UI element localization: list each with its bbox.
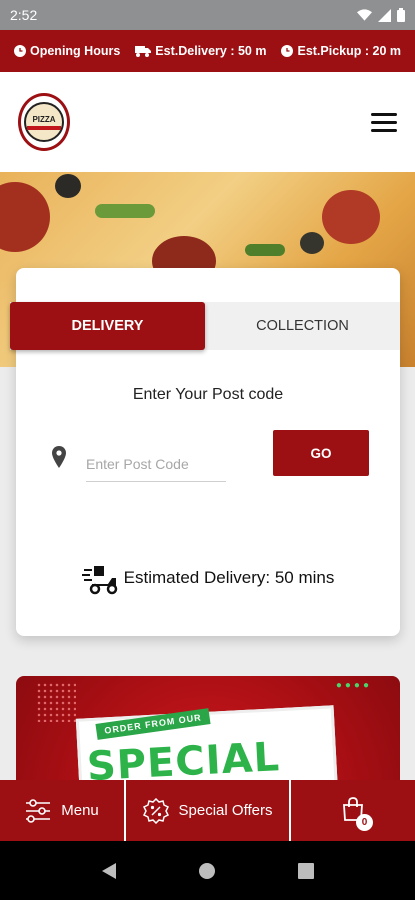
wifi-icon [357,8,372,21]
pepper-strip [245,244,285,256]
decor-green-dots: ●●●● [335,680,372,691]
tab-collection[interactable]: COLLECTION [205,302,400,350]
pepper-strip [95,204,155,218]
postcode-heading: Enter Your Post code [132,386,284,403]
menu-line [371,128,397,132]
nav-cart-button[interactable]: 0 [291,780,415,841]
clock-icon [281,45,294,57]
olive-slice [300,232,324,254]
special-offer-banner[interactable]: ●●●● ORDER FROM OUR SPECIAL OFFER [16,676,400,780]
menu-line [371,112,397,116]
estimated-delivery-label: Estimated Delivery: 50 mins [123,568,335,587]
signal-icon [378,8,391,22]
cart-count-badge: 0 [356,813,373,831]
status-bar: 2:52 [0,0,415,30]
est-delivery-label: Est.Delivery : 50 m [155,44,267,58]
system-nav-bar [0,841,415,900]
delivery-scooter-icon [81,566,117,595]
pizza-logo[interactable]: PIZZA [18,93,70,151]
opening-hours-link[interactable]: Opening Hours [14,44,120,58]
pepperoni-slice [0,182,50,252]
go-button[interactable]: GO [273,430,369,476]
nav-menu-button[interactable]: Menu [0,780,126,841]
clock-icon [14,45,26,57]
discount-badge-icon [142,797,169,824]
logo-text: PIZZA [32,114,56,124]
postcode-input[interactable] [86,446,226,482]
sliders-icon [26,798,51,823]
est-delivery: Est.Delivery : 50 m [135,44,266,58]
nav-special-offers-label: Special Offers [178,802,273,819]
back-icon[interactable] [101,862,117,880]
est-pickup-label: Est.Pickup : 20 m [297,44,401,58]
hamburger-menu-icon[interactable] [371,112,397,132]
recents-icon[interactable] [298,862,315,879]
bottom-nav: Menu Special Offers 0 [0,780,415,841]
est-pickup: Est.Pickup : 20 m [281,44,401,58]
battery-icon [397,8,405,22]
opening-hours-label: Opening Hours [30,44,121,58]
home-icon[interactable] [198,862,216,880]
cart: 0 [342,796,373,831]
olive-slice [55,174,81,198]
nav-menu-label: Menu [61,802,99,819]
location-pin-icon [52,446,66,468]
info-bar: Opening Hours Est.Delivery : 50 m Est.Pi… [0,30,415,72]
order-type-card: DELIVERY COLLECTION Enter Your Post code… [10,268,400,636]
delivery-truck-icon [135,46,152,57]
pepperoni-slice [322,190,380,244]
nav-special-offers-button[interactable]: Special Offers [126,780,291,841]
decor-dots [36,682,76,722]
estimated-delivery: Estimated Delivery: 50 mins [16,560,400,596]
status-icons [357,8,405,22]
tab-delivery[interactable]: DELIVERY [10,302,205,350]
status-time: 2:52 [10,7,38,23]
app-header: PIZZA [0,72,415,172]
menu-line [371,120,397,124]
logo-badge: PIZZA [24,102,64,142]
logo-band [27,125,61,130]
order-type-tabs: DELIVERY COLLECTION [10,302,400,350]
